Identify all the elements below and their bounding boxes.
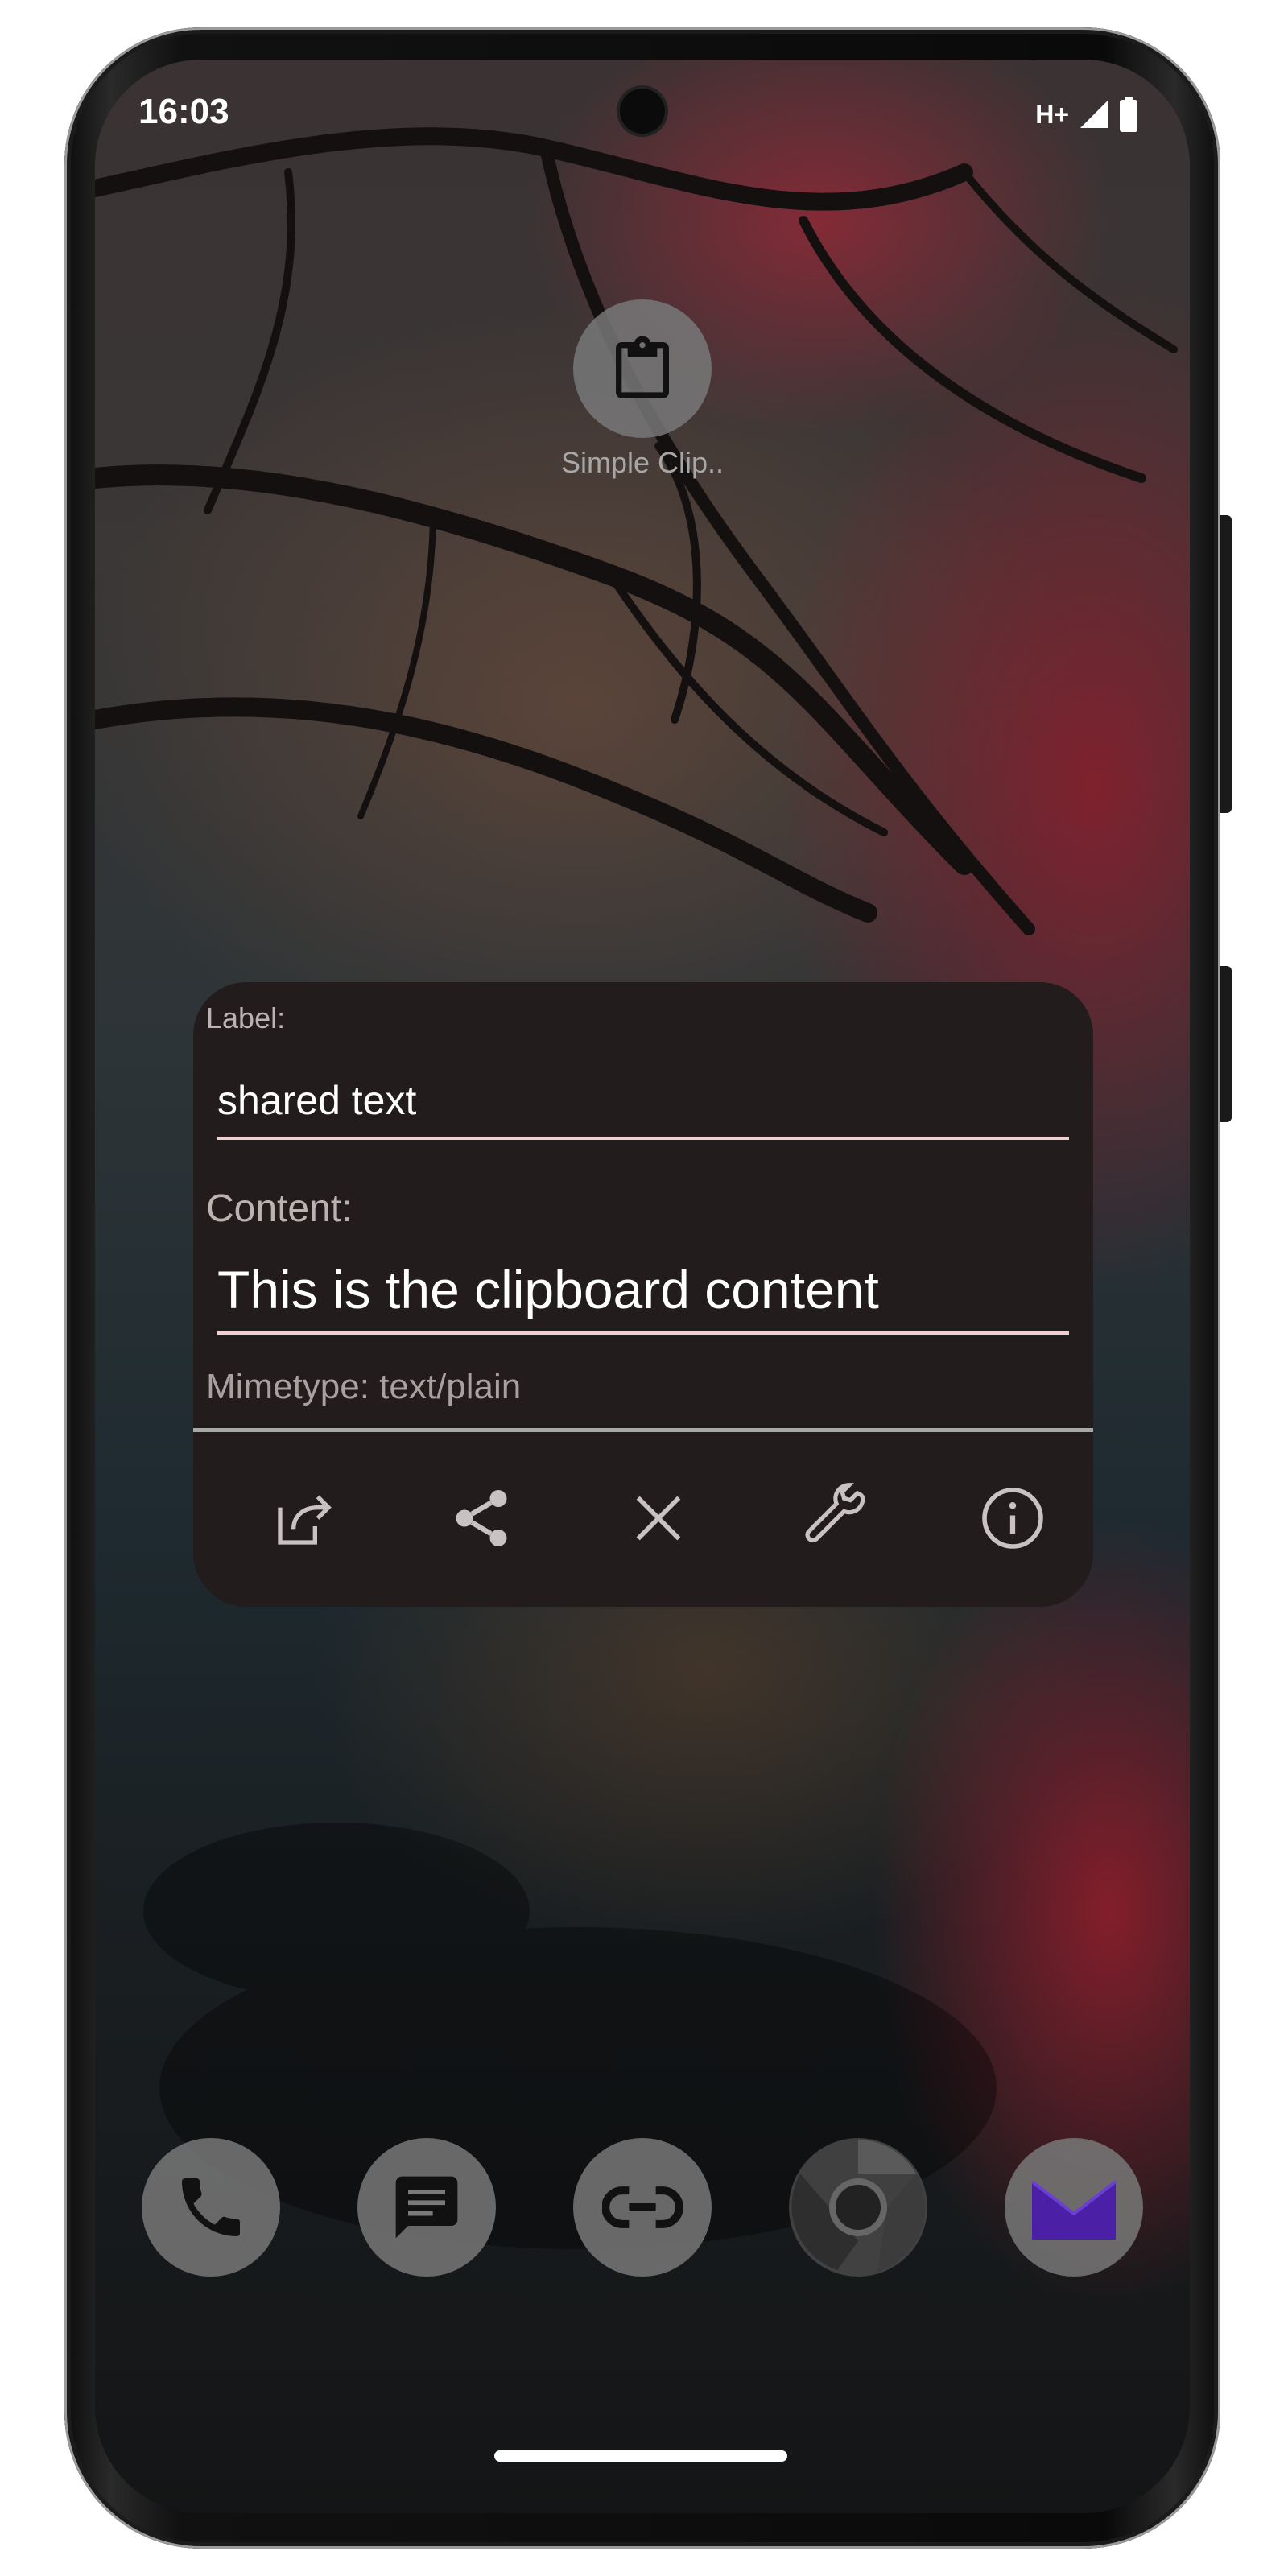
mail-icon [1030,2180,1117,2240]
messages-icon [395,2176,458,2239]
content-field[interactable]: This is the clipboard content [217,1259,1069,1335]
gesture-nav-bar[interactable] [494,2450,787,2462]
app-label: Simple Clip.. [560,446,724,479]
content-caption: Content: [206,1187,353,1230]
action-bar [193,1438,1093,1607]
clipboard-popup: Label: shared text Content: This is the … [193,982,1093,1607]
status-time: 16:03 [138,92,229,131]
label-field[interactable]: shared text [217,1077,1069,1140]
simple-clipboard-app-icon[interactable] [573,299,712,438]
share-button[interactable] [441,1478,522,1558]
close-icon [636,1496,681,1541]
home-screen: 16:03 H+ Simple Clip.. Label: shared tex… [95,60,1190,2513]
edit-button[interactable] [795,1478,876,1558]
dock-chrome[interactable] [789,2138,927,2277]
link-icon [602,2186,683,2228]
volume-button [1220,966,1232,1122]
open-external-icon [278,1495,332,1545]
info-button[interactable] [972,1478,1053,1558]
share-icon [456,1490,507,1546]
phone-icon [182,2178,240,2236]
power-button [1220,515,1232,813]
battery-icon [1120,97,1137,132]
clear-button[interactable] [618,1478,699,1558]
wrench-icon [805,1483,865,1543]
label-caption: Label: [206,1001,286,1034]
clipboard-icon [616,336,669,398]
info-icon [982,1488,1043,1549]
front-camera [620,89,665,134]
dock-messages[interactable] [357,2138,496,2277]
mimetype-text: Mimetype: text/plain [206,1367,522,1406]
dock-phone[interactable] [142,2138,280,2277]
open-button[interactable] [264,1478,345,1558]
dock-link[interactable] [573,2138,712,2277]
status-icons: H+ [1035,95,1138,134]
divider [193,1428,1093,1432]
signal-icon [1080,101,1108,128]
network-type: H+ [1035,99,1069,129]
dock-mail[interactable] [1005,2138,1143,2277]
chrome-icon [791,2140,926,2272]
